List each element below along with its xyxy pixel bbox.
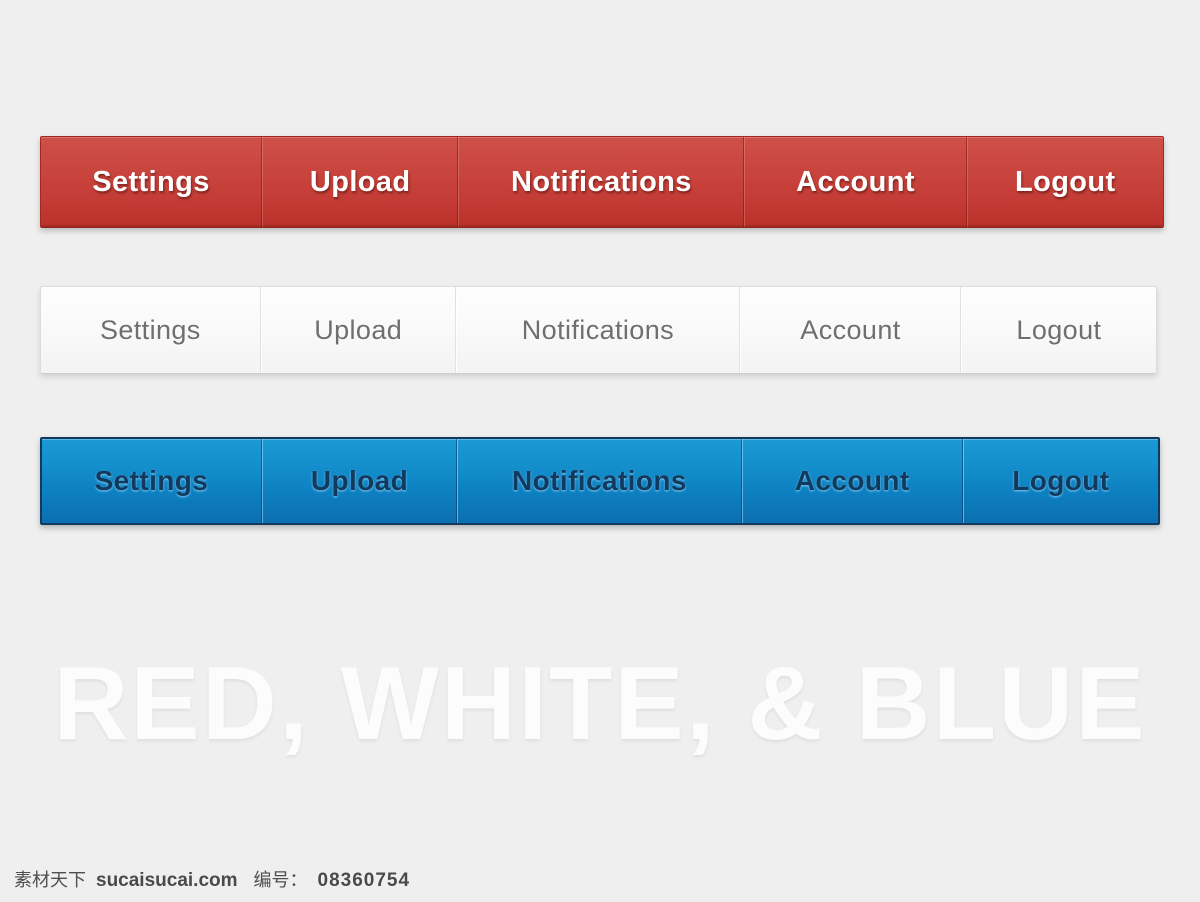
watermark-code: 08360754 [317,870,411,891]
white-nav-item-upload[interactable]: Upload [260,287,456,373]
red-nav-item-notifications[interactable]: Notifications [458,137,745,227]
white-nav-item-settings[interactable]: Settings [41,287,261,373]
canvas: Settings Upload Notifications Account Lo… [0,0,1200,902]
red-nav-item-settings[interactable]: Settings [41,137,263,227]
watermark-site: sucaisucai.com [96,870,238,891]
blue-nav-item-account[interactable]: Account [741,439,963,523]
red-nav-item-logout[interactable]: Logout [966,137,1163,227]
white-nav-item-notifications[interactable]: Notifications [455,287,741,373]
red-nav-item-account[interactable]: Account [744,137,967,227]
white-navbar: Settings Upload Notifications Account Lo… [40,286,1157,374]
blue-nav-item-logout[interactable]: Logout [962,439,1158,523]
nav-item-label: Logout [1016,314,1102,345]
nav-item-label: Settings [92,165,210,198]
watermark-code-label: 编号： [253,870,308,890]
nav-item-label: Settings [94,465,209,496]
red-nav-item-upload[interactable]: Upload [262,137,459,227]
nav-item-label: Notifications [521,314,675,345]
nav-item-label: Upload [314,314,403,345]
white-nav-item-account[interactable]: Account [740,287,961,373]
nav-item-label: Notifications [512,465,687,496]
blue-nav-item-settings[interactable]: Settings [42,439,262,523]
nav-item-label: Account [800,314,901,345]
nav-item-label: Upload [309,165,411,198]
blue-navbar: Settings Upload Notifications Account Lo… [40,437,1160,525]
watermark-brand: 素材天下 [14,870,86,890]
nav-item-label: Upload [310,465,409,496]
watermark: 素材天下 sucaisucai.com 编号： 08360754 [14,866,410,892]
blue-nav-item-upload[interactable]: Upload [261,439,458,523]
nav-item-label: Account [796,165,915,198]
nav-item-label: Notifications [511,165,692,198]
nav-item-label: Logout [1012,465,1110,496]
blue-nav-item-notifications[interactable]: Notifications [457,439,742,523]
nav-item-label: Account [794,465,910,496]
nav-item-label: Logout [1014,165,1116,198]
page-title: RED, WHITE, & BLUE [53,646,1147,762]
red-navbar: Settings Upload Notifications Account Lo… [40,136,1164,228]
nav-item-label: Settings [99,314,201,345]
white-nav-item-logout[interactable]: Logout [960,287,1156,373]
